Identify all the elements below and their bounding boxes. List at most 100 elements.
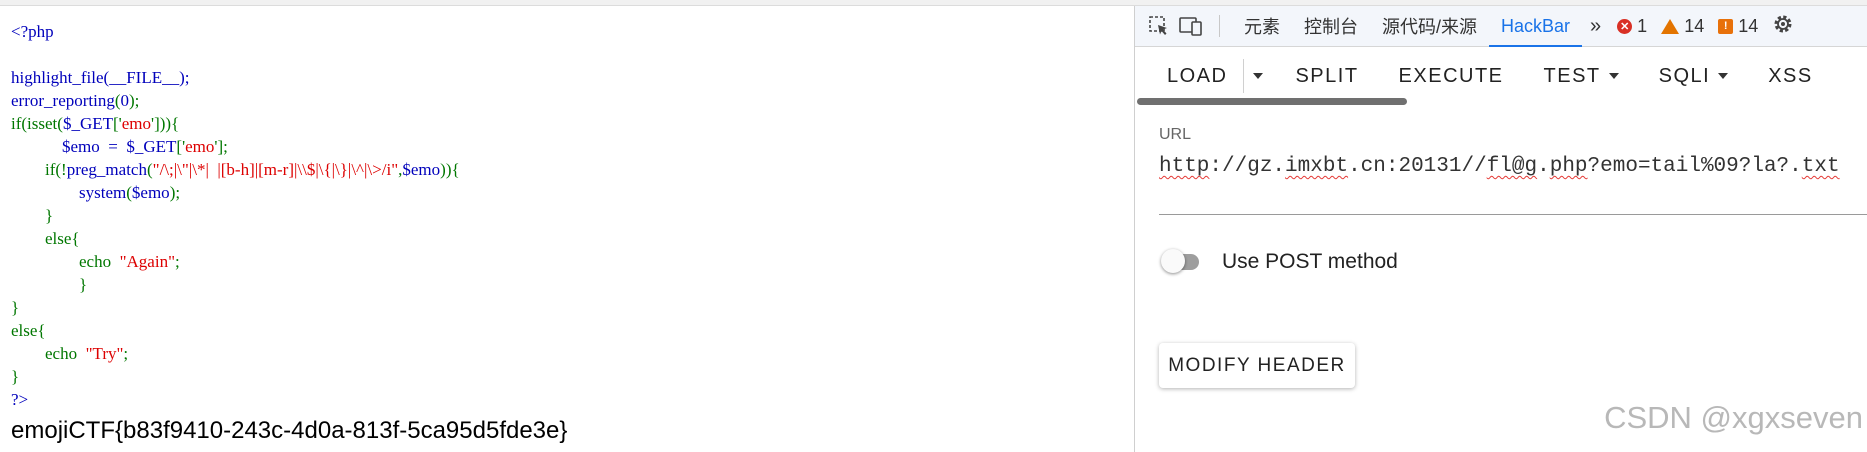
error-icon: ✕: [1617, 18, 1633, 34]
post-method-label: Use POST method: [1222, 250, 1398, 273]
tab-elements[interactable]: 元素: [1232, 6, 1292, 46]
test-menu-button[interactable]: TEST: [1524, 65, 1639, 88]
toggle-knob: [1161, 249, 1185, 273]
code-line: <?php: [11, 20, 460, 43]
csdn-watermark: CSDN @xgxseven: [1604, 400, 1863, 435]
warning-count: 14: [1684, 15, 1705, 36]
code-line: }: [11, 273, 460, 296]
code-token: emo: [185, 137, 215, 156]
code-token: );: [129, 91, 140, 110]
devtools-panel: 元素 控制台 源代码/来源 HackBar » ✕ 1 14 ! 14 LOAD…: [1135, 6, 1867, 452]
url-input-underline: [1159, 214, 1867, 215]
code-token: }: [11, 367, 20, 386]
xss-menu-button[interactable]: XSS: [1748, 65, 1833, 88]
execute-button[interactable]: EXECUTE: [1379, 65, 1524, 88]
sqli-menu-button[interactable]: SQLI: [1639, 65, 1749, 88]
php-source-code: <?php highlight_file(__FILE__); error_repo…: [11, 20, 460, 411]
spellcheck-underline: php: [1549, 155, 1588, 178]
tab-console[interactable]: 控制台: [1292, 6, 1370, 46]
code-token: "Try": [85, 344, 124, 363]
inspect-element-icon[interactable]: [1145, 12, 1173, 40]
url-label: URL: [1159, 126, 1192, 143]
spellcheck-underline: http: [1159, 155, 1210, 178]
modify-header-button[interactable]: MODIFY HEADER: [1159, 343, 1355, 388]
toolbar-separator: [1219, 15, 1220, 37]
code-line: echo "Try";: [11, 342, 460, 365]
code-token: system: [79, 183, 127, 202]
devtools-tabbar: 元素 控制台 源代码/来源 HackBar » ✕ 1 14 ! 14: [1135, 6, 1867, 47]
warning-count-badge[interactable]: 14: [1661, 16, 1704, 37]
load-separator: [1243, 59, 1245, 93]
code-token: '])){: [151, 114, 180, 133]
code-token: }: [11, 275, 88, 294]
url-input[interactable]: http://gz.imxbt.cn:20131//fl@g.php?emo=t…: [1159, 152, 1849, 182]
spellcheck-underline: txt: [1801, 155, 1840, 178]
tab-sources[interactable]: 源代码/来源: [1370, 6, 1489, 46]
tab-hackbar[interactable]: HackBar: [1489, 6, 1583, 47]
code-token: "Again": [119, 252, 176, 271]
spellcheck-underline: imxbt: [1285, 155, 1349, 178]
code-token: ;: [123, 344, 129, 363]
flag-output: emojiCTF{b83f9410-243c-4d0a-813f-5ca95d5…: [11, 417, 568, 444]
code-token: $_GET: [62, 114, 113, 133]
code-line: else{: [11, 227, 460, 250]
load-dropdown-icon[interactable]: [1253, 73, 1264, 79]
code-token: }: [11, 206, 54, 225]
code-token: [': [112, 114, 122, 133]
code-line: }: [11, 296, 460, 319]
code-token: ;: [175, 252, 180, 271]
code-token: "/\;|\"|\*| |[b-h]|[m-r]|\\$|\{|\}|\^|\>…: [152, 160, 399, 179]
code-token: );: [169, 183, 181, 202]
code-token: $emo: [402, 160, 441, 179]
code-token: preg_match: [66, 160, 147, 179]
error-count-badge[interactable]: ✕ 1: [1617, 16, 1647, 37]
code-token: echo: [11, 252, 120, 271]
issues-count-badge[interactable]: ! 14: [1718, 16, 1758, 37]
menu-scrollbar[interactable]: [1137, 98, 1407, 105]
code-token: else{: [11, 321, 46, 340]
hackbar-menu: LOAD SPLIT EXECUTE TEST SQLI XSS: [1135, 47, 1833, 105]
test-menu-label: TEST: [1543, 64, 1601, 87]
split-button[interactable]: SPLIT: [1275, 65, 1378, 88]
code-line: ?>: [11, 388, 460, 411]
issues-count: 14: [1738, 15, 1759, 36]
code-token: <?php: [11, 22, 54, 41]
code-line: }: [11, 204, 460, 227]
code-line: echo "Again";: [11, 250, 460, 273]
warning-icon: [1661, 18, 1680, 34]
settings-gear-icon[interactable]: [1772, 13, 1794, 40]
code-line: $emo = $_GET['emo'];: [11, 135, 460, 158]
load-button[interactable]: LOAD: [1135, 65, 1239, 88]
chevron-down-icon: [1608, 73, 1619, 80]
code-token: error_reporting: [11, 91, 115, 110]
issues-icon: !: [1718, 18, 1734, 34]
code-token: '];: [214, 137, 228, 156]
spellcheck-underline: fl@g: [1486, 155, 1538, 178]
code-line: if(!preg_match("/\;|\"|\*| |[b-h]|[m-r]|…: [11, 158, 460, 181]
page-content: <?php highlight_file(__FILE__); error_repo…: [0, 6, 1134, 452]
code-token: }: [11, 298, 20, 317]
chevron-down-icon: [1718, 73, 1729, 80]
code-token: highlight_file(__FILE__);: [11, 68, 190, 87]
code-token: ?>: [11, 390, 29, 409]
code-token: if(isset(: [11, 114, 63, 133]
more-tabs-icon[interactable]: »: [1582, 15, 1609, 38]
code-token: [': [176, 137, 186, 156]
code-line: }: [11, 365, 460, 388]
code-line: system($emo);: [11, 181, 460, 204]
sqli-menu-label: SQLI: [1658, 64, 1711, 87]
code-token: $emo = $_GET: [11, 137, 177, 156]
code-token: if(!: [11, 160, 67, 179]
code-token: 0: [120, 91, 130, 110]
post-method-toggle[interactable]: [1161, 249, 1199, 273]
code-token: )){: [440, 160, 460, 179]
code-line: else{: [11, 319, 460, 342]
code-line: error_reporting(0);: [11, 89, 460, 112]
code-token: echo: [11, 344, 86, 363]
code-token: $emo: [131, 183, 170, 202]
device-toolbar-icon[interactable]: [1177, 12, 1205, 40]
code-line: highlight_file(__FILE__);: [11, 66, 460, 89]
code-token: else{: [11, 229, 80, 248]
